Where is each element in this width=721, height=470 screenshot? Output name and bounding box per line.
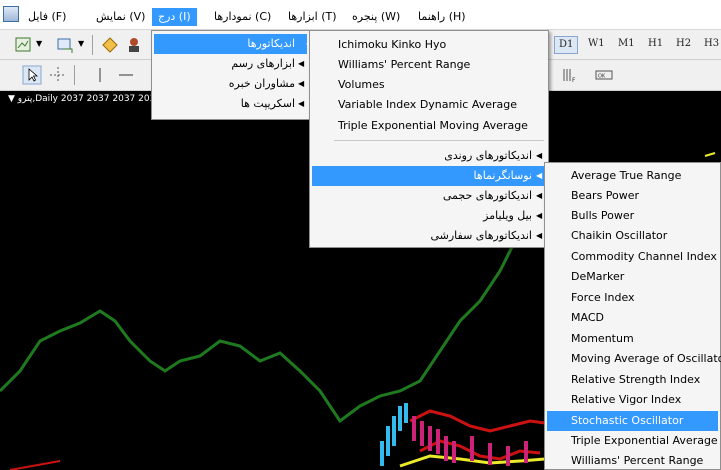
- menu-window[interactable]: پنجره (W): [346, 8, 406, 26]
- menu-item-label: اندیکاتورهای روندی: [444, 149, 532, 162]
- menu-file[interactable]: فایل (F): [22, 8, 72, 26]
- timeframe-d1[interactable]: D1: [554, 36, 579, 54]
- menu-item-label: بیل ویلیامز: [483, 209, 532, 222]
- oscillators-submenu: Average True Range Bears Power Bulls Pow…: [544, 162, 721, 470]
- submenu-arrow-icon: ◀: [298, 99, 305, 108]
- timeframe-h1[interactable]: H1: [648, 38, 663, 49]
- menu-item-force-index[interactable]: Force Index: [571, 288, 635, 308]
- submenu-arrow-icon: ◀: [536, 231, 543, 240]
- menu-item-bears-power[interactable]: Bears Power: [571, 186, 639, 206]
- menu-item-trix[interactable]: Triple Exponential Average: [571, 431, 718, 451]
- menu-item-tema[interactable]: Triple Exponential Moving Average: [338, 116, 528, 136]
- toolbar-separator: [92, 35, 93, 55]
- navigator-icon[interactable]: [124, 35, 144, 55]
- crosshair-icon[interactable]: [48, 65, 68, 85]
- text-label-icon[interactable]: OK: [594, 65, 614, 85]
- menu-item-label: اندیکاتورهای حجمی: [442, 189, 532, 202]
- menu-tools[interactable]: ابزارها (T): [282, 8, 343, 26]
- menu-item-cci[interactable]: Commodity Channel Index: [571, 247, 717, 267]
- menu-item-trend-indicators[interactable]: ◀ اندیکاتورهای روندی: [312, 146, 546, 166]
- menu-item-volumes[interactable]: Volumes: [338, 75, 385, 95]
- menu-bar: فایل (F) نمایش (V) درج (I) نمودارها (C) …: [0, 0, 721, 30]
- menu-item-demarker[interactable]: DeMarker: [571, 267, 624, 287]
- menu-item-label: مشاوران خبره: [228, 77, 295, 90]
- menu-item-label: اندیکاتورهای سفارشی: [430, 229, 532, 242]
- toolbar-separator: [74, 65, 75, 85]
- menu-item-vidya[interactable]: Variable Index Dynamic Average: [338, 95, 517, 115]
- timeframe-h3[interactable]: H3: [704, 38, 719, 49]
- svg-text:OK: OK: [598, 74, 606, 80]
- menu-item-williams-r[interactable]: Williams' Percent Range: [571, 451, 703, 470]
- menu-item-label: ابزارهای رسم: [231, 57, 295, 70]
- menu-item-rsi[interactable]: Relative Strength Index: [571, 370, 700, 390]
- menu-item-osma[interactable]: Moving Average of Oscillator: [571, 349, 721, 369]
- app-icon: [3, 6, 19, 22]
- cursor-icon[interactable]: [22, 65, 42, 85]
- indicators-submenu: Ichimoku Kinko Hyo Williams' Percent Ran…: [309, 30, 549, 248]
- timeframe-m1[interactable]: M1: [618, 38, 635, 49]
- menu-item-scripts[interactable]: ◀ اسکریپت ها: [154, 94, 307, 114]
- submenu-arrow-icon: ◀: [536, 211, 543, 220]
- menu-item-stochastic[interactable]: Stochastic Oscillator: [547, 411, 718, 431]
- candles-magenta: [412, 416, 528, 466]
- submenu-arrow-icon: ◀: [298, 79, 305, 88]
- menu-item-bill-williams[interactable]: ◀ بیل ویلیامز: [312, 206, 546, 226]
- svg-text:F: F: [572, 77, 576, 84]
- submenu-arrow-icon: ◀: [298, 59, 305, 68]
- menu-view[interactable]: نمایش (V): [90, 8, 151, 26]
- menu-item-label: اندیکاتورها: [247, 37, 295, 50]
- candles-cyan: [380, 403, 408, 466]
- menu-item-bulls-power[interactable]: Bulls Power: [571, 206, 634, 226]
- submenu-arrow-icon: ◀: [536, 151, 543, 160]
- menu-item-momentum[interactable]: Momentum: [571, 329, 634, 349]
- menu-item-volume-indicators[interactable]: ◀ اندیکاتورهای حجمی: [312, 186, 546, 206]
- fibo-fan-icon[interactable]: F: [560, 65, 580, 85]
- menu-item-williams-percent-range[interactable]: Williams' Percent Range: [338, 55, 470, 75]
- menu-item-label: اسکریپت ها: [240, 97, 295, 110]
- submenu-arrow-icon: ◀: [536, 191, 543, 200]
- menu-item-label: نوسانگرنماها: [473, 169, 532, 182]
- menu-item-custom-indicators[interactable]: ◀ اندیکاتورهای سفارشی: [312, 226, 546, 246]
- vertical-line-icon[interactable]: [90, 65, 110, 85]
- menu-item-indicators[interactable]: ◀ اندیکاتورها: [154, 34, 312, 54]
- menu-item-atr[interactable]: Average True Range: [571, 166, 681, 186]
- horizontal-line-icon[interactable]: [116, 65, 136, 85]
- timeframe-h2[interactable]: H2: [676, 38, 691, 49]
- menu-item-drawing-tools[interactable]: ◀ ابزارهای رسم: [154, 54, 307, 74]
- dropdown-arrow-icon[interactable]: ▼: [36, 39, 42, 48]
- menu-separator: [334, 140, 544, 141]
- menu-insert[interactable]: درج (I): [152, 8, 197, 26]
- menu-item-macd[interactable]: MACD: [571, 308, 604, 328]
- menu-item-chaikin[interactable]: Chaikin Oscillator: [571, 226, 667, 246]
- new-chart-icon[interactable]: [14, 35, 34, 55]
- timeframe-w1[interactable]: W1: [588, 38, 605, 49]
- menu-help[interactable]: راهنما (H): [412, 8, 472, 26]
- trend-line: [9, 460, 61, 470]
- insert-menu: ◀ اندیکاتورها ◀ ابزارهای رسم ◀ مشاوران خ…: [151, 30, 312, 120]
- menu-charts[interactable]: نمودارها (C): [208, 8, 277, 26]
- market-watch-icon[interactable]: [100, 35, 120, 55]
- menu-item-rvi[interactable]: Relative Vigor Index: [571, 390, 681, 410]
- profiles-icon[interactable]: [56, 35, 76, 55]
- menu-item-experts[interactable]: ◀ مشاوران خبره: [154, 74, 307, 94]
- menu-item-oscillators[interactable]: ◀ نوسانگرنماها: [312, 166, 546, 186]
- dropdown-arrow-icon[interactable]: ▼: [78, 39, 84, 48]
- price-marker: [704, 152, 716, 157]
- menu-item-ichimoku[interactable]: Ichimoku Kinko Hyo: [338, 35, 446, 55]
- submenu-arrow-icon: ◀: [536, 171, 543, 180]
